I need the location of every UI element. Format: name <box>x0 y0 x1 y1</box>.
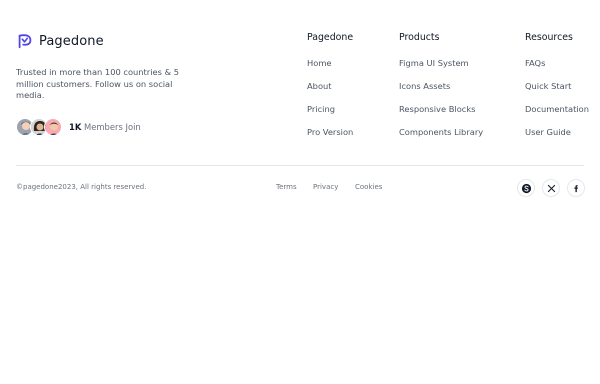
privacy-link[interactable]: Privacy <box>313 183 338 191</box>
footer-link-home[interactable]: Home <box>307 58 353 81</box>
members-count: 1K <box>69 122 82 132</box>
footer-link-pro-version[interactable]: Pro Version <box>307 127 353 150</box>
members-label-text: Members Join <box>84 122 141 132</box>
column-title: Resources <box>525 32 573 43</box>
facebook-icon <box>574 184 578 192</box>
brand-name: Pagedone <box>39 33 104 49</box>
footer-link-faqs[interactable]: FAQs <box>525 58 589 81</box>
footer-link-documentation[interactable]: Documentation <box>525 104 589 127</box>
avatar <box>44 118 62 136</box>
footer-link-about[interactable]: About <box>307 81 353 104</box>
x-icon <box>547 184 555 192</box>
footer-column-products: Products Figma UI System Icons Assets Re… <box>399 32 483 150</box>
footer-divider <box>16 165 584 166</box>
column-title: Pagedone <box>307 32 354 43</box>
footer-column-pagedone: Pagedone Home About Pricing Pro Version <box>307 32 353 150</box>
footer-link-responsive-blocks[interactable]: Responsive Blocks <box>399 104 483 127</box>
footer-link-pricing[interactable]: Pricing <box>307 104 353 127</box>
pagedone-logo-icon <box>18 34 32 49</box>
footer-link-quick-start[interactable]: Quick Start <box>525 81 589 104</box>
footer-column-resources: Resources FAQs Quick Start Documentation… <box>525 32 589 150</box>
brand[interactable]: Pagedone <box>16 32 104 50</box>
members-label: 1K Members Join <box>69 122 141 132</box>
skype-button[interactable] <box>517 179 535 197</box>
terms-link[interactable]: Terms <box>276 183 297 191</box>
footer-link-icons-assets[interactable]: Icons Assets <box>399 81 483 104</box>
facebook-button[interactable] <box>567 179 585 197</box>
footer-link-components-library[interactable]: Components Library <box>399 127 483 150</box>
tagline: Trusted in more than 100 countries & 5 m… <box>16 67 179 100</box>
column-title: Products <box>399 32 440 43</box>
copyright: ©pagedone2023, All rights reserved. <box>16 183 147 191</box>
cookies-link[interactable]: Cookies <box>355 183 382 191</box>
footer-link-user-guide[interactable]: User Guide <box>525 127 589 150</box>
footer-link-figma-ui-system[interactable]: Figma UI System <box>399 58 483 81</box>
members-join: 1K Members Join <box>16 118 141 136</box>
x-button[interactable] <box>542 179 560 197</box>
skype-icon <box>521 183 531 193</box>
